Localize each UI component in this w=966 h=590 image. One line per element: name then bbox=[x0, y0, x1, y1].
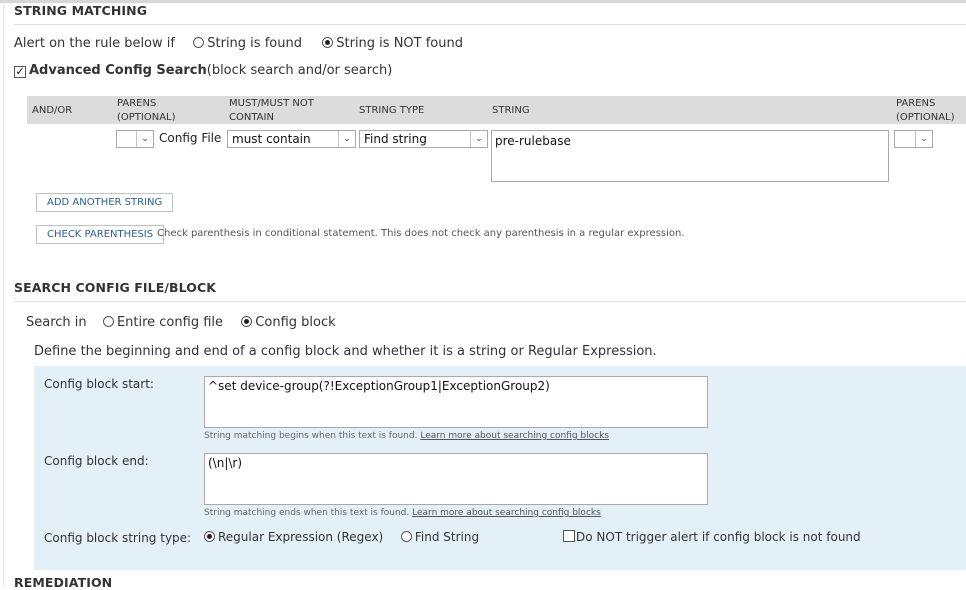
learn-more-link-end[interactable]: Learn more about searching config blocks bbox=[412, 508, 601, 518]
section-heading-search-config: SEARCH CONFIG FILE/BLOCK bbox=[14, 280, 217, 295]
radio-string-not-found[interactable] bbox=[322, 37, 334, 48]
section-divider bbox=[14, 24, 966, 25]
chevron-down-icon: ⌄ bbox=[470, 131, 487, 147]
config-block-description: Define the beginning and end of a config… bbox=[34, 344, 657, 359]
block-start-help: String matching begins when this text is… bbox=[204, 431, 609, 441]
chevron-down-icon: ⌄ bbox=[915, 131, 932, 147]
string-type-value: Find string bbox=[364, 132, 427, 146]
radio-find-string-label[interactable]: Find String bbox=[415, 530, 479, 544]
block-end-textarea[interactable]: (\n|\r) bbox=[204, 453, 708, 505]
col-parens-open-1: PARENS bbox=[117, 98, 157, 109]
no-trigger-label[interactable]: Do NOT trigger alert if config block is … bbox=[576, 530, 861, 544]
radio-regex[interactable] bbox=[204, 531, 215, 542]
col-must-2: CONTAIN bbox=[229, 112, 274, 123]
block-start-label: Config block start: bbox=[44, 377, 154, 391]
radio-config-block[interactable] bbox=[241, 316, 253, 327]
block-end-help: String matching ends when this text is f… bbox=[204, 508, 601, 518]
radio-string-not-found-label[interactable]: String is NOT found bbox=[336, 36, 463, 51]
block-start-textarea[interactable]: ^set device-group(?!ExceptionGroup1|Exce… bbox=[204, 376, 708, 428]
col-string: STRING bbox=[492, 105, 530, 116]
radio-entire-config[interactable] bbox=[102, 316, 114, 327]
string-table-header: AND/OR PARENS (OPTIONAL) MUST/MUST NOT C… bbox=[27, 96, 966, 124]
radio-string-found-label[interactable]: String is found bbox=[207, 36, 302, 51]
col-parens-close-1: PARENS bbox=[896, 98, 936, 109]
check-parenthesis-note: Check parenthesis in conditional stateme… bbox=[157, 228, 685, 239]
advanced-config-checkbox[interactable]: ✓ bbox=[14, 66, 26, 78]
section-heading-string-matching: STRING MATCHING bbox=[14, 3, 148, 18]
col-parens-open-2: (OPTIONAL) bbox=[117, 112, 176, 123]
advanced-config-hint: (block search and/or search) bbox=[206, 63, 393, 78]
must-contain-select[interactable]: must contain ⌄ bbox=[227, 130, 356, 148]
add-another-string-button[interactable]: ADD ANOTHER STRING bbox=[36, 193, 174, 212]
block-string-type-options: Regular Expression (Regex) Find String bbox=[204, 530, 479, 544]
section-divider bbox=[14, 301, 966, 302]
must-contain-value: must contain bbox=[232, 132, 311, 146]
radio-entire-config-label[interactable]: Entire config file bbox=[117, 315, 223, 330]
block-start-help-text: String matching begins when this text is… bbox=[204, 431, 418, 441]
col-and-or: AND/OR bbox=[32, 105, 73, 116]
block-end-label: Config block end: bbox=[44, 454, 149, 468]
string-type-select[interactable]: Find string ⌄ bbox=[359, 130, 488, 148]
search-in-row: Search in Entire config file Config bloc… bbox=[26, 315, 336, 330]
col-string-type: STRING TYPE bbox=[359, 105, 425, 116]
radio-string-found[interactable] bbox=[193, 37, 205, 48]
no-trigger-checkbox[interactable] bbox=[563, 530, 575, 542]
alert-condition-row: Alert on the rule below if String is fou… bbox=[14, 36, 463, 51]
radio-config-block-label[interactable]: Config block bbox=[255, 315, 335, 330]
radio-find-string[interactable] bbox=[400, 531, 412, 542]
col-must-1: MUST/MUST NOT bbox=[229, 98, 314, 109]
checkmark-icon: ✓ bbox=[15, 65, 25, 78]
chevron-down-icon: ⌄ bbox=[338, 131, 355, 147]
col-parens-close-2: (OPTIONAL) bbox=[896, 112, 955, 123]
block-end-help-text: String matching ends when this text is f… bbox=[204, 508, 410, 518]
string-textarea[interactable]: pre-rulebase bbox=[491, 130, 889, 182]
check-parenthesis-button[interactable]: CHECK PARENTHESIS bbox=[36, 225, 165, 244]
section-heading-remediation: REMEDIATION bbox=[14, 575, 113, 590]
no-trigger-row: Do NOT trigger alert if config block is … bbox=[563, 530, 861, 544]
alert-condition-label: Alert on the rule below if bbox=[14, 36, 175, 51]
block-string-type-label: Config block string type: bbox=[44, 531, 192, 545]
search-in-label: Search in bbox=[26, 315, 87, 330]
advanced-config-label[interactable]: Advanced Config Search bbox=[29, 63, 207, 78]
left-border bbox=[3, 0, 4, 586]
parens-open-select[interactable]: ⌄ bbox=[116, 130, 154, 148]
learn-more-link-start[interactable]: Learn more about searching config blocks bbox=[420, 431, 609, 441]
advanced-config-row: ✓ Advanced Config Search(block search and… bbox=[14, 63, 392, 78]
parens-close-select[interactable]: ⌄ bbox=[894, 130, 933, 148]
chevron-down-icon: ⌄ bbox=[136, 131, 153, 147]
radio-regex-label[interactable]: Regular Expression (Regex) bbox=[218, 530, 383, 544]
config-file-label: Config File bbox=[159, 131, 222, 145]
